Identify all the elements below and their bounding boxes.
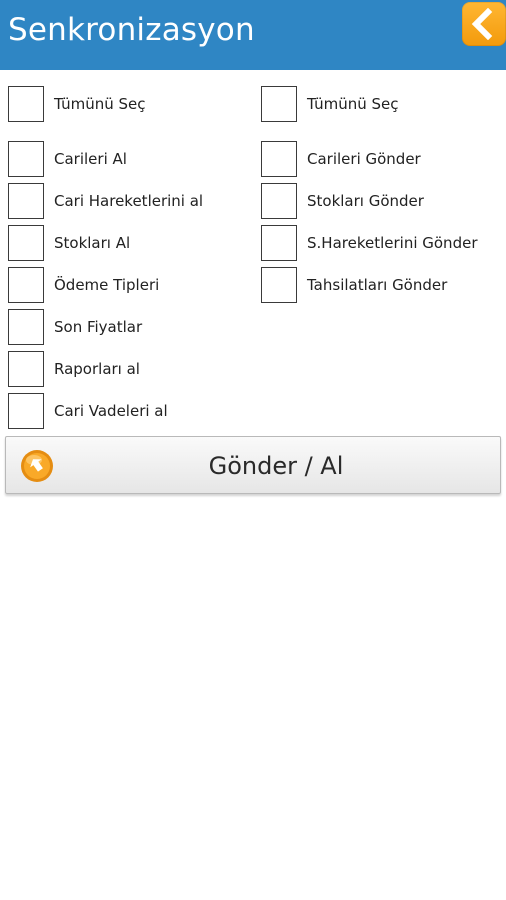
checkbox-label: Stokları Gönder	[307, 192, 424, 210]
checkbox-label: Carileri Al	[54, 150, 127, 168]
chevron-left-icon	[471, 8, 493, 40]
select-all-left-checkbox[interactable]	[8, 86, 44, 122]
checkbox-label: Stokları Al	[54, 234, 131, 252]
checkbox-row-tahsilatlari-gonder[interactable]: Tahsilatları Gönder	[261, 267, 501, 307]
app-header: Senkronizasyon	[0, 0, 506, 70]
send-receive-label: Gönder / Al	[208, 452, 344, 480]
checkbox-row-s-hareketlerini-gonder[interactable]: S.Hareketlerini Gönder	[261, 225, 501, 265]
checkbox-row-cari-vadeleri-al[interactable]: Cari Vadeleri al	[8, 393, 248, 433]
checkbox-row-raporlari-al[interactable]: Raporları al	[8, 351, 248, 391]
checkbox-s-hareketlerini-gonder[interactable]	[261, 225, 297, 261]
checkbox-label: Raporları al	[54, 360, 140, 378]
checkbox-cari-hareketlerini-al[interactable]	[8, 183, 44, 219]
select-all-left-row[interactable]: Tümünü Seç	[8, 86, 248, 126]
select-all-right-row[interactable]: Tümünü Seç	[261, 86, 501, 126]
checkbox-stoklari-al[interactable]	[8, 225, 44, 261]
send-receive-button[interactable]: Gönder / Al	[5, 436, 501, 494]
checkbox-carileri-al[interactable]	[8, 141, 44, 177]
checkbox-cari-vadeleri-al[interactable]	[8, 393, 44, 429]
checkbox-label: S.Hareketlerini Gönder	[307, 234, 478, 252]
select-all-right-label: Tümünü Seç	[307, 95, 399, 113]
page-title: Senkronizasyon	[8, 12, 255, 48]
checkbox-row-stoklari-al[interactable]: Stokları Al	[8, 225, 248, 265]
checkbox-label: Ödeme Tipleri	[54, 276, 160, 294]
checkbox-label: Carileri Gönder	[307, 150, 421, 168]
checkbox-label: Cari Vadeleri al	[54, 402, 168, 420]
checkbox-label: Tahsilatları Gönder	[307, 276, 448, 294]
select-all-right-checkbox[interactable]	[261, 86, 297, 122]
checkbox-row-odeme-tipleri[interactable]: Ödeme Tipleri	[8, 267, 248, 307]
checkbox-stoklari-gonder[interactable]	[261, 183, 297, 219]
checkbox-raporlari-al[interactable]	[8, 351, 44, 387]
checkbox-label: Son Fiyatlar	[54, 318, 143, 336]
checkbox-tahsilatlari-gonder[interactable]	[261, 267, 297, 303]
checkbox-row-carileri-al[interactable]: Carileri Al	[8, 141, 248, 181]
checkbox-row-son-fiyatlar[interactable]: Son Fiyatlar	[8, 309, 248, 349]
checkbox-row-carileri-gonder[interactable]: Carileri Gönder	[261, 141, 501, 181]
back-button[interactable]	[462, 2, 506, 46]
checkbox-son-fiyatlar[interactable]	[8, 309, 44, 345]
checkbox-odeme-tipleri[interactable]	[8, 267, 44, 303]
checkbox-row-stoklari-gonder[interactable]: Stokları Gönder	[261, 183, 501, 223]
checkbox-carileri-gonder[interactable]	[261, 141, 297, 177]
select-all-left-label: Tümünü Seç	[54, 95, 146, 113]
checkbox-row-cari-hareketlerini-al[interactable]: Cari Hareketlerini al	[8, 183, 248, 223]
checkbox-label: Cari Hareketlerini al	[54, 192, 204, 210]
